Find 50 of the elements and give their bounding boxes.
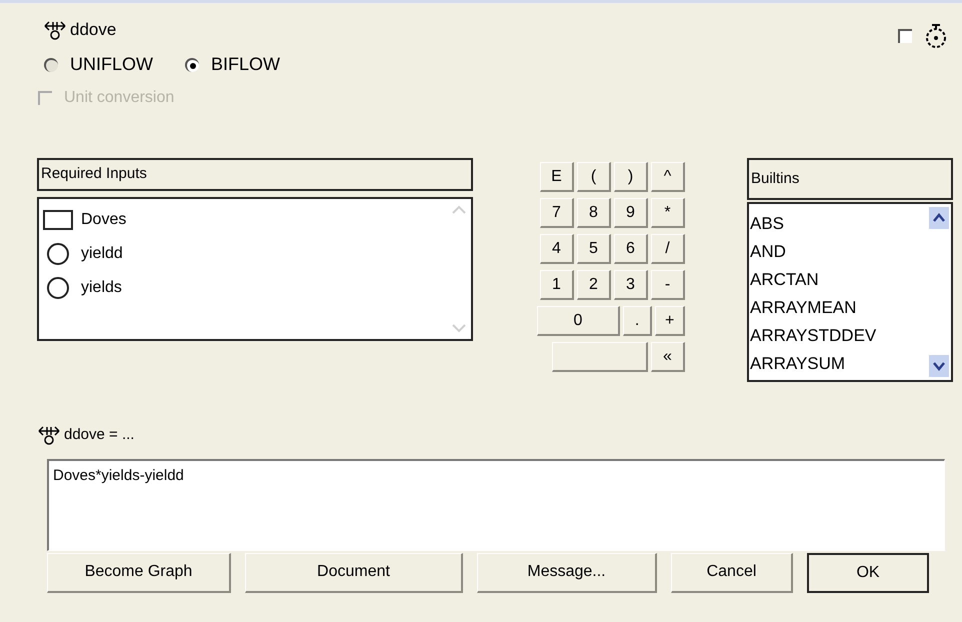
flow-radio[interactable]: BIFLOW [185,51,280,78]
dialog-button[interactable]: Document [245,552,463,592]
required-inputs-header: Required Inputs [37,158,473,191]
builtin-item[interactable]: ARCTAN [750,266,819,294]
option-checkbox[interactable] [898,29,912,43]
keypad-key[interactable]: 8 [577,198,611,228]
scrollbar[interactable] [927,204,951,380]
dialog-button[interactable]: Cancel [671,552,793,592]
scroll-up-icon[interactable] [929,207,949,229]
keypad-key[interactable]: ^ [651,162,685,192]
keypad-key[interactable]: / [651,234,685,264]
builtin-item[interactable]: AND [750,238,786,266]
keypad-key[interactable]: + [655,306,685,336]
input-item[interactable]: yieldd [43,239,123,269]
input-item[interactable]: Doves [43,205,126,235]
keypad-key[interactable]: « [651,342,685,372]
blank-key[interactable] [552,342,648,372]
dialog-button[interactable]: Become Graph [47,552,231,592]
equation-field[interactable]: Doves*yields-yieldd [47,458,945,550]
keypad-key[interactable]: ) [614,162,648,192]
keypad-key[interactable]: 6 [614,234,648,264]
stopwatch-icon[interactable] [924,23,948,49]
keypad-key[interactable]: 9 [614,198,648,228]
builtin-item[interactable]: ARRAYSUM [750,350,846,378]
flow-icon [44,18,66,41]
input-item[interactable]: yields [43,273,122,303]
flow-radio[interactable]: UNIFLOW [44,51,153,78]
dialog-button[interactable]: OK [807,552,929,592]
keypad-key[interactable]: 5 [577,234,611,264]
keypad-key[interactable]: 7 [540,198,574,228]
variable-title: ddove [70,19,116,41]
keypad-key[interactable]: E [540,162,574,192]
equation-label: ddove = ... [64,425,134,445]
builtin-item[interactable]: ABS [750,210,784,238]
keypad-key[interactable]: * [651,198,685,228]
keypad-key[interactable]: - [651,270,685,300]
dialog-button[interactable]: Message... [477,552,657,592]
keypad-key[interactable]: 4 [540,234,574,264]
builtin-item[interactable]: ARRAYSTDDEV [750,322,876,350]
stock-rectangle-icon [43,210,73,230]
scroll-down-icon[interactable] [929,355,949,377]
keypad-key[interactable]: 3 [614,270,648,300]
builtins-header: Builtins [747,158,953,200]
keypad-key[interactable]: ( [577,162,611,192]
flow-icon [38,424,60,446]
keypad-key[interactable]: 2 [577,270,611,300]
keypad-key[interactable]: 0 [537,306,620,336]
builtin-item[interactable]: ARRAYMEAN [750,294,856,322]
keypad-key[interactable]: . [622,306,652,336]
keypad-key[interactable]: 1 [540,270,574,300]
